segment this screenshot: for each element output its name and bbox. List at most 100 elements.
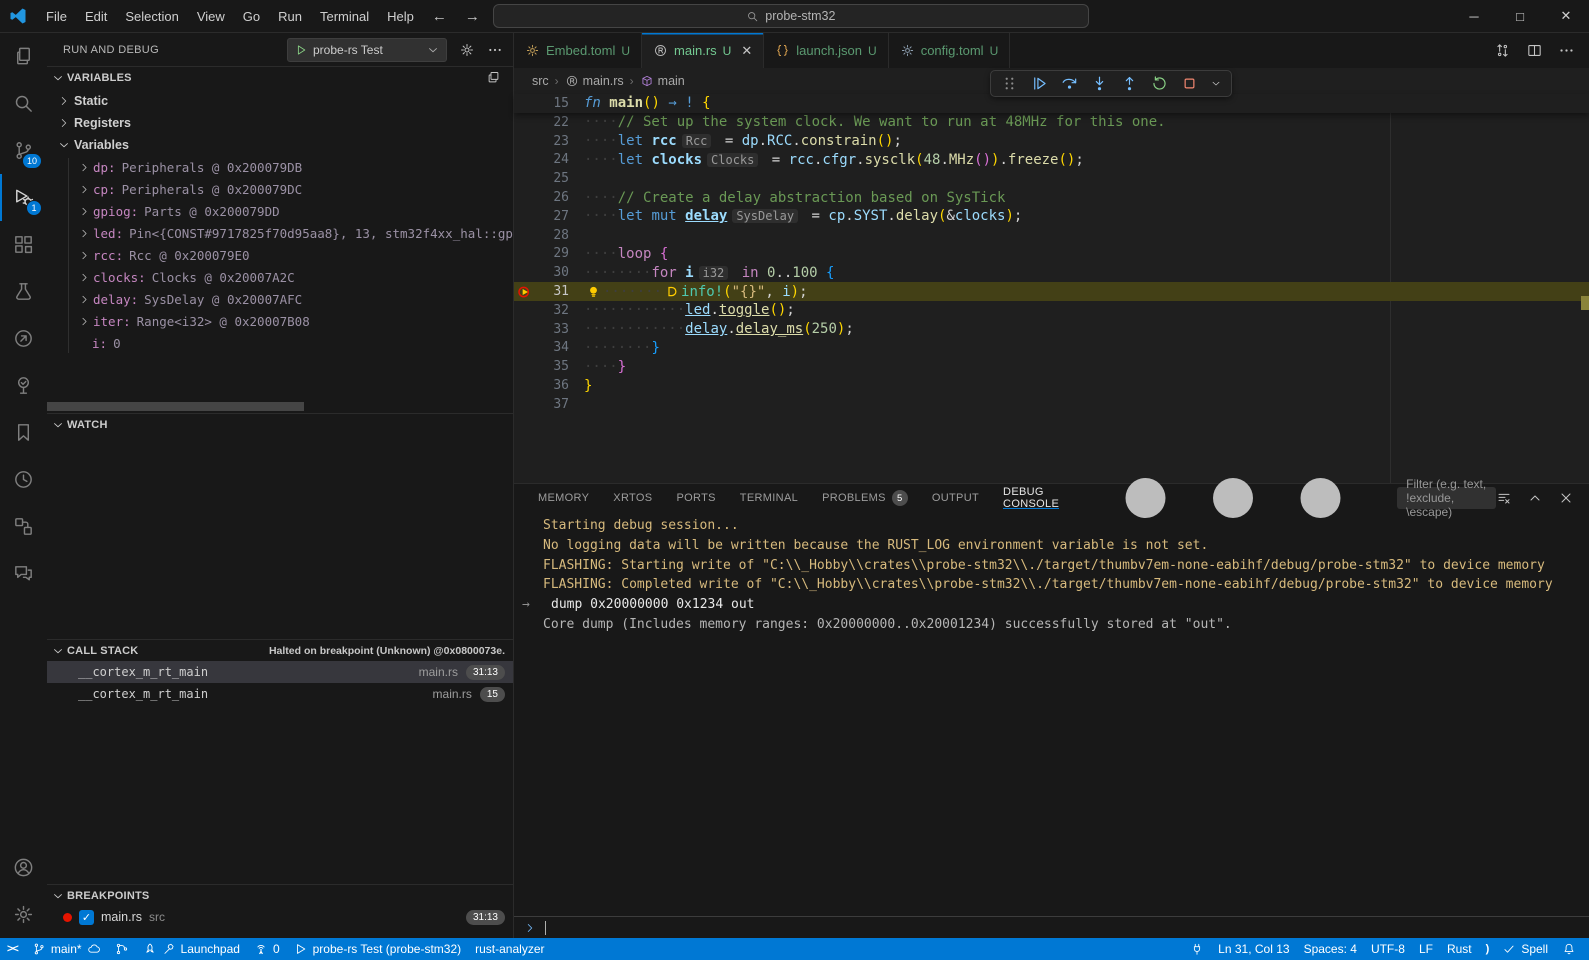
- tab-launch-json[interactable]: launch.json U: [764, 33, 889, 68]
- status-indentation[interactable]: Spaces: 4: [1297, 938, 1364, 960]
- variable-delay[interactable]: delay: SysDelay @ 0x20007AFC: [47, 288, 513, 310]
- variable-cp[interactable]: cp: Peripherals @ 0x200079DC: [47, 178, 513, 200]
- code-line-37[interactable]: 37: [514, 395, 1589, 414]
- duplicate-icon[interactable]: [486, 70, 501, 85]
- panel-tab-output[interactable]: OUTPUT: [932, 484, 979, 512]
- activity-item-accounts[interactable]: [0, 844, 47, 891]
- breadcrumb-item-main-rs[interactable]: main.rs: [565, 74, 624, 88]
- menu-file[interactable]: File: [37, 0, 76, 33]
- activity-item-search[interactable]: [0, 80, 47, 127]
- code-line-36[interactable]: 36}: [514, 376, 1589, 395]
- breakpoint-checkbox[interactable]: ✓: [79, 909, 94, 925]
- drag-handle-icon[interactable]: [1000, 74, 1019, 93]
- menu-edit[interactable]: Edit: [76, 0, 116, 33]
- panel-tab-memory[interactable]: MEMORY: [538, 484, 589, 512]
- activity-item-todo-tree[interactable]: [0, 362, 47, 409]
- minimize-button[interactable]: ─: [1451, 0, 1497, 33]
- activity-item-testing[interactable]: [0, 268, 47, 315]
- tab-main-rs[interactable]: main.rs U ✕: [642, 33, 765, 68]
- breadcrumb-item-src[interactable]: src: [532, 74, 549, 88]
- breakpoints-section-header[interactable]: BREAKPOINTS: [47, 884, 513, 906]
- code-line-22[interactable]: 22 ····// Set up the system clock. We wan…: [514, 113, 1589, 132]
- editor-more-actions-icon[interactable]: [1558, 42, 1575, 59]
- status-eol[interactable]: LF: [1412, 938, 1440, 960]
- code-line-23[interactable]: 23 ···· let rcc Rcc = dp. RCC. constrain();: [514, 132, 1589, 151]
- tab-Embed-toml[interactable]: Embed.toml U: [514, 33, 643, 68]
- panel-tab-problems[interactable]: PROBLEMS 5: [822, 484, 908, 512]
- status-notifications[interactable]: [1555, 938, 1583, 960]
- menu-terminal[interactable]: Terminal: [311, 0, 378, 33]
- nav-back-button[interactable]: ←: [423, 8, 456, 25]
- code-line-31[interactable]: 31 ······· info!("{}", i);: [514, 282, 1589, 301]
- close-button[interactable]: ✕: [1543, 0, 1589, 33]
- lightbulb-icon[interactable]: [586, 284, 601, 299]
- breakpoint-item[interactable]: ✓ main.rs src 31:13: [47, 906, 513, 928]
- status-remote-port[interactable]: [1183, 938, 1211, 960]
- sidebar-more-actions-icon[interactable]: [487, 42, 503, 58]
- close-panel-icon[interactable]: [1558, 490, 1574, 506]
- code-line-25[interactable]: 25: [514, 169, 1589, 188]
- activity-item-comments[interactable]: [0, 550, 47, 597]
- status-git-branch[interactable]: main*: [25, 938, 108, 960]
- debug-console-input[interactable]: [514, 916, 1589, 938]
- debug-toolbar-chevron-icon[interactable]: [1210, 74, 1222, 93]
- panel-tab-ports[interactable]: PORTS: [676, 484, 715, 512]
- status-rust-analyzer-status[interactable]: rust-analyzer: [468, 938, 551, 960]
- variable-i[interactable]: i: 0: [47, 332, 513, 354]
- stop-button[interactable]: [1180, 74, 1199, 93]
- open-changes-icon[interactable]: [1494, 42, 1511, 59]
- activity-item-explorer[interactable]: [0, 33, 47, 80]
- command-center-search[interactable]: probe-stm32: [492, 4, 1089, 28]
- code-line-28[interactable]: 28: [514, 226, 1589, 245]
- variable-led[interactable]: led: Pin<{CONST#9717825f70d95aa8}, 13, st…: [47, 222, 513, 244]
- call-stack-frame[interactable]: __cortex_m_rt_main main.rs 15: [47, 683, 513, 705]
- status-encoding[interactable]: UTF-8: [1364, 938, 1412, 960]
- activity-item-dependencies[interactable]: [0, 315, 47, 362]
- nav-forward-button[interactable]: →: [456, 8, 489, 25]
- breadcrumb-item-main[interactable]: main: [640, 74, 685, 88]
- panel-tab-terminal[interactable]: TERMINAL: [740, 484, 798, 512]
- code-editor[interactable]: 15 fn main() → ! { 22 ····// Set up the sy…: [514, 94, 1589, 483]
- split-editor-icon[interactable]: [1526, 42, 1543, 59]
- call-stack-frame[interactable]: __cortex_m_rt_main main.rs 31:13: [47, 661, 513, 683]
- variable-iter[interactable]: iter: Range<i32> @ 0x20007B08: [47, 310, 513, 332]
- menu-run[interactable]: Run: [269, 0, 311, 33]
- variable-dp[interactable]: dp: Peripherals @ 0x200079DB: [47, 156, 513, 178]
- variable-rcc[interactable]: rcc: Rcc @ 0x200079E0: [47, 244, 513, 266]
- maximize-panel-icon[interactable]: [1527, 490, 1543, 506]
- step-into-button[interactable]: [1090, 74, 1109, 93]
- status-forwarded-ports[interactable]: 0: [247, 938, 287, 960]
- status-language-mode[interactable]: Rust: [1440, 938, 1479, 960]
- status-remote-indicator[interactable]: ><: [0, 938, 25, 960]
- debug-settings-gear-icon[interactable]: [459, 42, 475, 58]
- status-debug-session[interactable]: probe-rs Test (probe-stm32): [287, 938, 469, 960]
- status-cursor-position[interactable]: Ln 31, Col 13: [1211, 938, 1296, 960]
- variable-clocks[interactable]: clocks: Clocks @ 0x20007A2C: [47, 266, 513, 288]
- code-line-30[interactable]: 30 ········ for i i32 in 0.. 100 {: [514, 263, 1589, 282]
- scope-registers[interactable]: Registers: [47, 112, 513, 134]
- code-line-27[interactable]: 27 ···· let mut delay SysDelay = cp. SYST. de…: [514, 207, 1589, 226]
- debug-console-output[interactable]: Starting debug session... No logging data…: [514, 516, 1589, 916]
- scope-static[interactable]: Static: [47, 90, 513, 112]
- breakpoint-current-icon[interactable]: [514, 282, 536, 301]
- horizontal-scrollbar[interactable]: [47, 402, 304, 411]
- status-formatter[interactable]: ): [1479, 938, 1496, 960]
- menu-help[interactable]: Help: [378, 0, 423, 33]
- step-out-button[interactable]: [1120, 74, 1139, 93]
- code-line-33[interactable]: 33 ············ delay. delay_ms(250);: [514, 320, 1589, 339]
- status-launchpad[interactable]: Launchpad: [136, 938, 247, 960]
- activity-item-timeline[interactable]: [0, 456, 47, 503]
- code-line-26[interactable]: 26 ····// Create a delay abstraction base…: [514, 188, 1589, 207]
- tab-config-toml[interactable]: config.toml U: [888, 33, 1011, 68]
- activity-item-bookmarks[interactable]: [0, 409, 47, 456]
- console-filter-input[interactable]: Filter (e.g. text, !exclude, \escape): [1397, 477, 1496, 519]
- code-line-34[interactable]: 34 ········}: [514, 339, 1589, 358]
- activity-item-manage[interactable]: [0, 891, 47, 938]
- continue-button[interactable]: [1030, 74, 1049, 93]
- restart-button[interactable]: [1150, 74, 1169, 93]
- code-line-29[interactable]: 29 ···· loop {: [514, 245, 1589, 264]
- variables-section-header[interactable]: VARIABLES: [47, 66, 513, 88]
- call-stack-section-header[interactable]: CALL STACK Halted on breakpoint (Unknown…: [47, 639, 513, 661]
- clear-console-icon[interactable]: [1496, 490, 1512, 506]
- activity-item-remote-explorer[interactable]: [0, 503, 47, 550]
